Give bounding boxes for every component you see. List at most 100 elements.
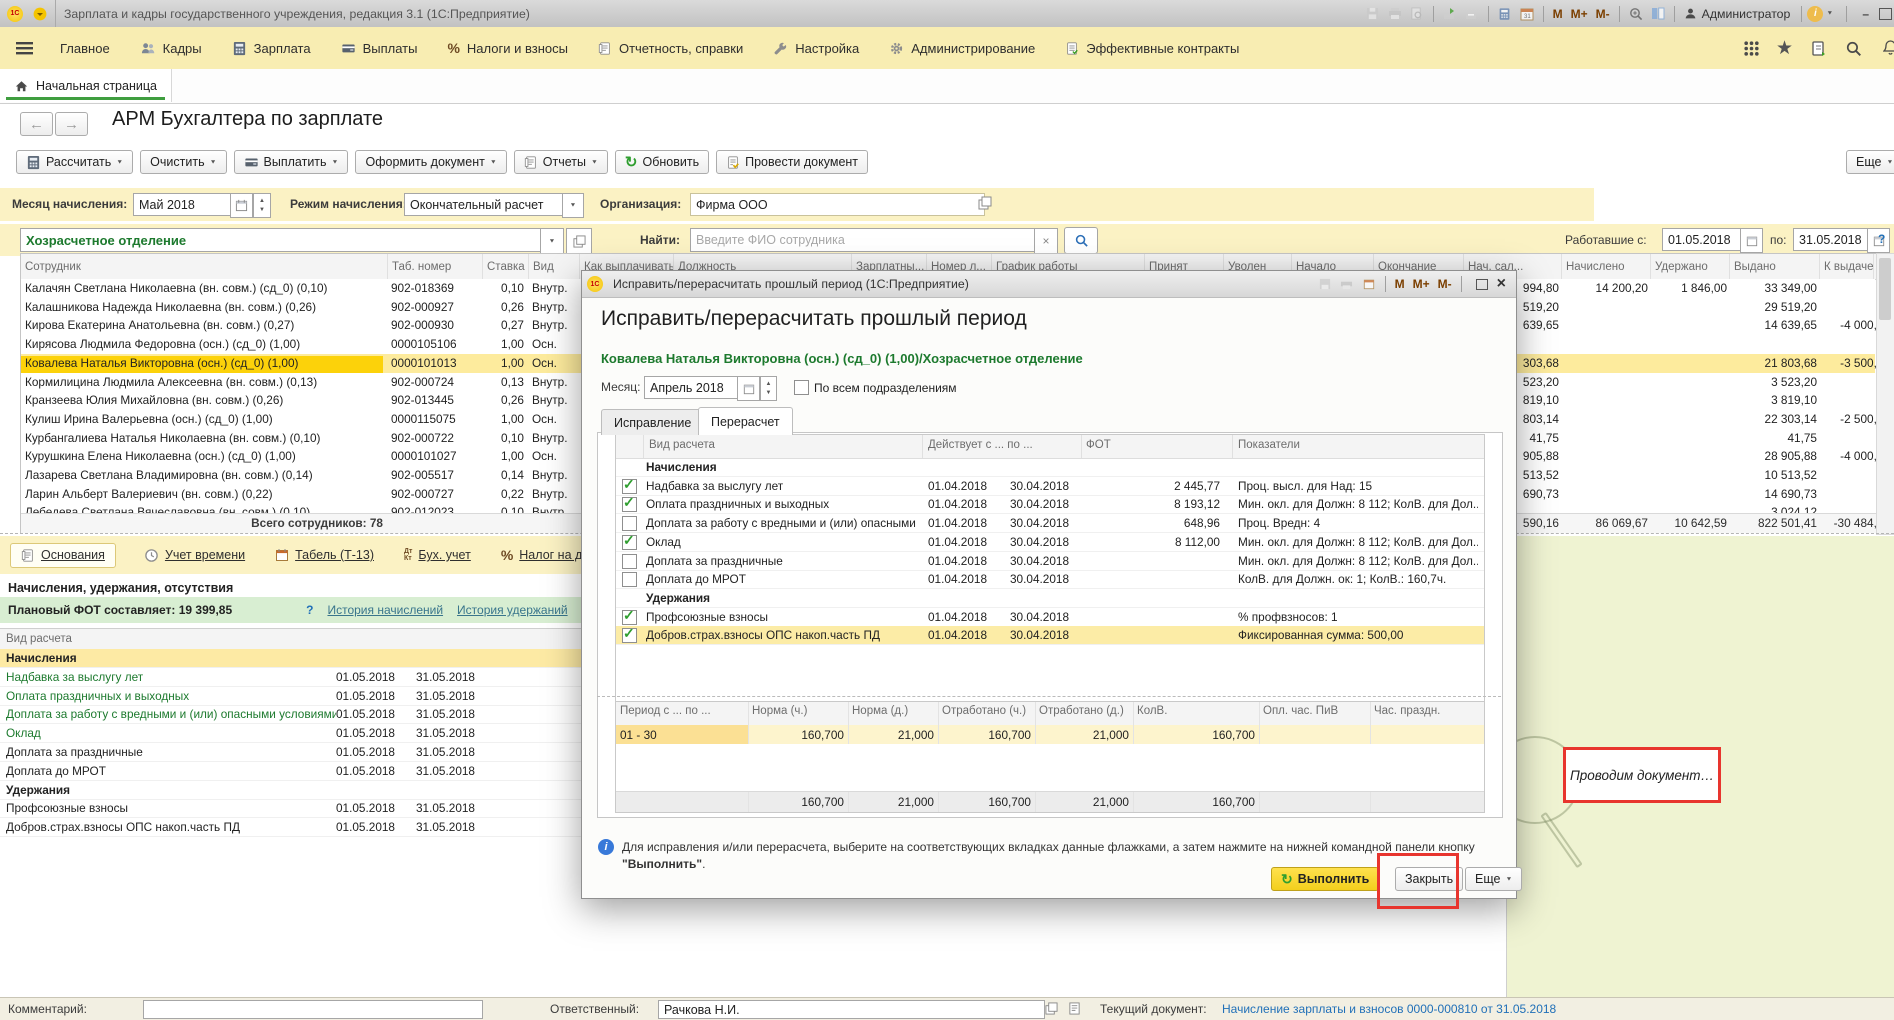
responsible-open-icon[interactable] [1045,1002,1058,1015]
history-icon[interactable] [1808,39,1828,57]
row-checkbox[interactable] [622,554,637,569]
menu-item-8[interactable]: Администрирование [874,27,1050,69]
department-open-icon[interactable] [566,228,592,254]
notifications-bell-icon[interactable] [1880,39,1894,57]
dialog-close-icon[interactable]: × [1497,275,1506,293]
subtab-2[interactable]: Учет времени [142,544,247,567]
responsible-input[interactable]: Рачкова Н.И. [658,1000,1045,1019]
minimize-icon[interactable]: – [1862,7,1869,21]
toolbar-button-4[interactable]: Оформить документ▼ [355,150,506,174]
memory-m-button[interactable]: M [1553,7,1563,21]
org-open-icon[interactable] [978,196,992,210]
toolbar-button-2[interactable]: Очистить▼ [140,150,226,174]
menu-item-2[interactable]: Кадры [125,27,217,69]
menu-item-4[interactable]: Выплаты [326,27,433,69]
row-checkbox[interactable] [622,516,637,531]
toolbar-button-5[interactable]: Отчеты▼ [514,150,608,174]
all-departments-checkbox[interactable] [794,380,809,395]
hamburger-menu-icon[interactable] [0,27,45,69]
clear-search-icon[interactable]: × [1034,228,1058,254]
row-checkbox[interactable]: ✓ [622,628,637,643]
deduction-history-link[interactable]: История удержаний [457,603,568,617]
dialog-maximize-icon[interactable] [1476,279,1488,290]
dialog-table-row[interactable]: Доплата за работу с вредными и (или) опа… [616,514,1484,533]
tab-home-page[interactable]: Начальная страница [0,69,172,102]
dialog-memory-mplus[interactable]: M+ [1413,277,1430,291]
dialog-memory-m[interactable]: M [1395,277,1405,291]
subtab-3[interactable]: Табель (Т-13) [273,544,376,566]
month-stepper[interactable]: ▲▼ [253,193,271,218]
dialog-tab-1[interactable]: Исправление [601,409,704,435]
maximize-icon[interactable] [1879,8,1892,20]
subtab-1[interactable]: Основания [10,543,116,568]
toolbar-more-button[interactable]: Еще▼ [1846,150,1894,174]
menu-item-5[interactable]: %Налоги и взносы [432,27,583,69]
dialog-month-calendar-icon[interactable] [737,376,760,401]
info-icon[interactable]: i [1807,6,1823,22]
worked-from-input[interactable]: 01.05.2018 [1662,228,1752,251]
execute-button[interactable]: ↻Выполнить [1271,867,1379,891]
print-icon[interactable] [1385,5,1405,23]
menu-item-6[interactable]: Отчетность, справки [583,27,758,69]
dialog-table-row[interactable]: ✓Надбавка за выслугу лет01.04.201830.04.… [616,477,1484,496]
dialog-splitter[interactable] [597,696,1501,697]
department-select[interactable]: Хозрасчетное отделение [20,228,552,252]
subtab-4[interactable]: ДтКтБух. учет [402,544,473,567]
save-icon[interactable] [1363,5,1383,23]
dialog-month-stepper[interactable]: ▲▼ [760,376,777,401]
menu-item-9[interactable]: Эффективные контракты [1050,27,1254,69]
dialog-table-row[interactable]: Доплата до МРОТ01.04.201830.04.2018КолВ.… [616,570,1484,589]
mode-select[interactable]: Окончательный расчет [404,193,574,216]
search-button[interactable] [1064,227,1098,254]
toolbar-button-1[interactable]: Рассчитать▼ [16,150,133,174]
add-link-icon[interactable] [1440,5,1460,23]
toolbar-button-6[interactable]: ↻Обновить [615,150,709,174]
memory-mminus-button[interactable]: M- [1596,7,1610,21]
dialog-table-row[interactable]: Удержания [616,589,1484,608]
accrual-history-link[interactable]: История начислений [327,603,443,617]
dialog-more-button[interactable]: Еще▼ [1465,867,1522,891]
dialog-table-row[interactable]: Доплата за праздничные01.04.201830.04.20… [616,552,1484,571]
split-view-icon[interactable] [1648,5,1668,23]
dialog-month-input[interactable]: Апрель 2018 [644,376,749,399]
toolbar-button-3[interactable]: Выплатить▼ [234,150,349,174]
comment-input[interactable] [143,1000,483,1019]
dialog-print-icon[interactable] [1337,275,1357,293]
fot-help-icon[interactable]: ? [306,603,313,617]
toolbar-button-7[interactable]: Провести документ [716,150,868,174]
calculator-icon[interactable] [1495,5,1515,23]
row-checkbox[interactable]: ✓ [622,497,637,512]
dialog-table-row[interactable]: ✓Оплата праздничных и выходных01.04.2018… [616,495,1484,514]
menu-item-3[interactable]: Зарплата [217,27,326,69]
accrual-month-input[interactable]: Май 2018 [133,193,242,216]
employee-table-scrollbar[interactable] [1876,253,1894,535]
forward-button[interactable]: → [55,112,88,136]
dialog-table-row[interactable]: Начисления [616,458,1484,477]
current-doc-link[interactable]: Начисление зарплаты и взносов 0000-00081… [1222,1002,1556,1016]
department-dropdown-icon[interactable]: ▼ [540,228,564,254]
dialog-table-row[interactable]: ✓Профсоюзные взносы01.04.201830.04.2018%… [616,608,1484,627]
search-input[interactable]: Введите ФИО сотрудника [690,228,1046,252]
document-list-icon[interactable] [1068,1002,1081,1015]
worked-help-icon[interactable]: ? [1878,232,1885,246]
get-link-icon[interactable] [1462,5,1482,23]
dialog-save-icon[interactable] [1315,275,1335,293]
worked-from-calendar-icon[interactable] [1740,228,1763,253]
menu-item-1[interactable]: Главное [45,27,125,69]
search-icon[interactable] [1843,39,1863,57]
org-input[interactable]: Фирма ООО [690,193,985,216]
row-checkbox[interactable]: ✓ [622,535,637,550]
app-menu-arrow-icon[interactable] [30,5,50,23]
memory-mplus-button[interactable]: M+ [1571,7,1588,21]
favorites-star-icon[interactable]: ★ [1776,37,1793,60]
dialog-tab-2[interactable]: Перерасчет [698,407,793,435]
row-checkbox[interactable]: ✓ [622,479,637,494]
menu-item-7[interactable]: Настройка [758,27,874,69]
dialog-table-row[interactable]: ✓Добров.страх.взносы ОПС накоп.часть ПД0… [616,626,1484,645]
calendar-icon[interactable]: 31 [1517,5,1537,23]
dialog-calendar-icon[interactable] [1359,275,1379,293]
row-checkbox[interactable]: ✓ [622,610,637,625]
mode-dropdown-icon[interactable]: ▼ [562,193,584,218]
apps-grid-icon[interactable] [1742,39,1762,57]
print-preview-icon[interactable] [1407,5,1427,23]
